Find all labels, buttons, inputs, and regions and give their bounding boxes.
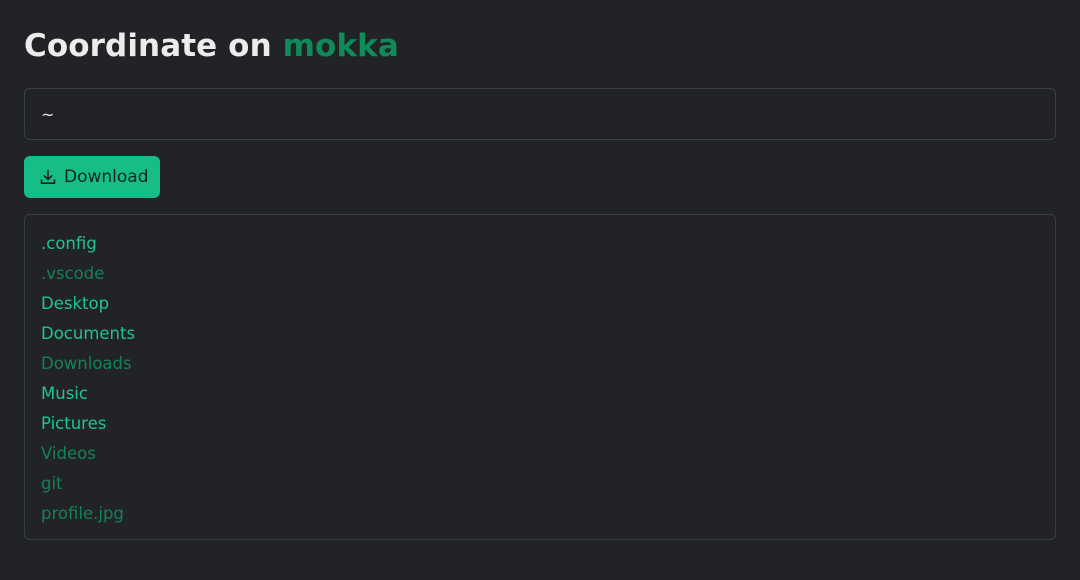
title-prefix: Coordinate on (24, 28, 272, 64)
download-icon (39, 168, 57, 186)
page-title: Coordinate on mokka (24, 27, 399, 65)
file-entry[interactable]: profile.jpg (41, 499, 1039, 529)
file-entry[interactable]: Desktop (41, 289, 1039, 319)
file-listing: .config .vscode Desktop Documents Downloads M… (24, 214, 1056, 540)
file-entry[interactable]: git (41, 469, 1039, 499)
path-input[interactable] (24, 88, 1056, 140)
file-entry[interactable]: .vscode (41, 259, 1039, 289)
file-entry[interactable]: Documents (41, 319, 1039, 349)
file-list: .config .vscode Desktop Documents Downloads M… (41, 229, 1039, 529)
file-entry[interactable]: Downloads (41, 349, 1039, 379)
download-button-label: Download (64, 167, 149, 187)
page: Coordinate on mokka Download .config.vsc… (0, 0, 1080, 580)
file-entry[interactable]: Music (41, 379, 1039, 409)
download-button[interactable]: Download (24, 156, 160, 198)
host-name: mokka (282, 28, 399, 64)
file-entry[interactable]: .config (41, 229, 1039, 259)
file-entry[interactable]: Pictures (41, 409, 1039, 439)
file-entry[interactable]: Videos (41, 439, 1039, 469)
